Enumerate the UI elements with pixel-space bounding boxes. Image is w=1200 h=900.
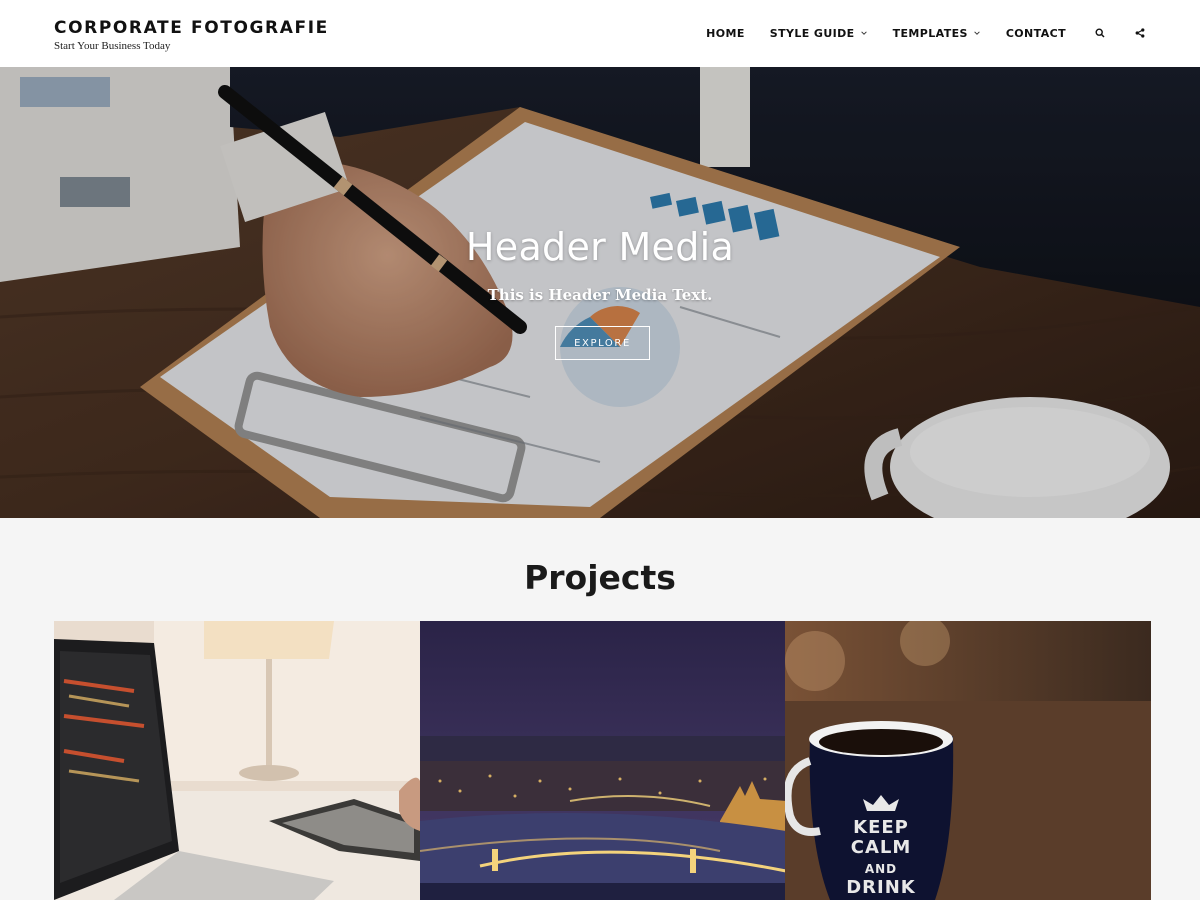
project-card-coffee[interactable]: KEEPCALMANDDRINKCOFFEE <box>785 621 1151 900</box>
nav-item-home[interactable]: HOME <box>706 27 745 40</box>
mug-text-line: AND <box>865 862 897 876</box>
hero-text: This is Header Media Text. <box>487 286 713 304</box>
hero-title: Header Media <box>465 225 735 269</box>
chevron-down-icon <box>860 31 867 35</box>
share-icon[interactable] <box>1134 27 1146 39</box>
nav-item-contact[interactable]: CONTACT <box>1006 27 1066 40</box>
nav-item-label: TEMPLATES <box>892 26 968 40</box>
projects-heading: Projects <box>524 558 676 597</box>
laptop-desk-image <box>54 621 420 900</box>
mug-text-line: KEEP <box>853 817 909 838</box>
nav-item-label: HOME <box>706 26 745 40</box>
site-header: CORPORATE FOTOGRAFIE Start Your Business… <box>0 0 1200 67</box>
hero-section: Header Media This is Header Media Text. … <box>0 67 1200 518</box>
nav-item-style-guide[interactable]: STYLE GUIDE <box>770 27 868 40</box>
explore-button[interactable]: EXPLORE <box>555 326 650 360</box>
main-nav: HOME STYLE GUIDE TEMPLATES CONTACT <box>706 22 1146 44</box>
mug-text-line: DRINK <box>847 877 917 898</box>
chevron-down-icon <box>974 31 980 35</box>
project-card-laptop[interactable] <box>54 621 420 900</box>
site-tagline: Start Your Business Today <box>54 40 171 52</box>
site-title[interactable]: CORPORATE FOTOGRAFIE <box>54 18 329 38</box>
nav-item-label: CONTACT <box>1005 26 1066 40</box>
mug-text-line: CALM <box>851 837 912 858</box>
coffee-mug-image: KEEPCALMANDDRINKCOFFEE <box>785 621 1151 900</box>
project-card-city[interactable] <box>419 621 786 900</box>
nav-item-label: STYLE GUIDE <box>769 26 855 40</box>
nav-item-templates[interactable]: TEMPLATES <box>893 27 981 40</box>
search-icon[interactable] <box>1094 27 1106 39</box>
projects-grid: KEEPCALMANDDRINKCOFFEE <box>54 621 1151 900</box>
city-night-bridge-image <box>419 621 786 900</box>
